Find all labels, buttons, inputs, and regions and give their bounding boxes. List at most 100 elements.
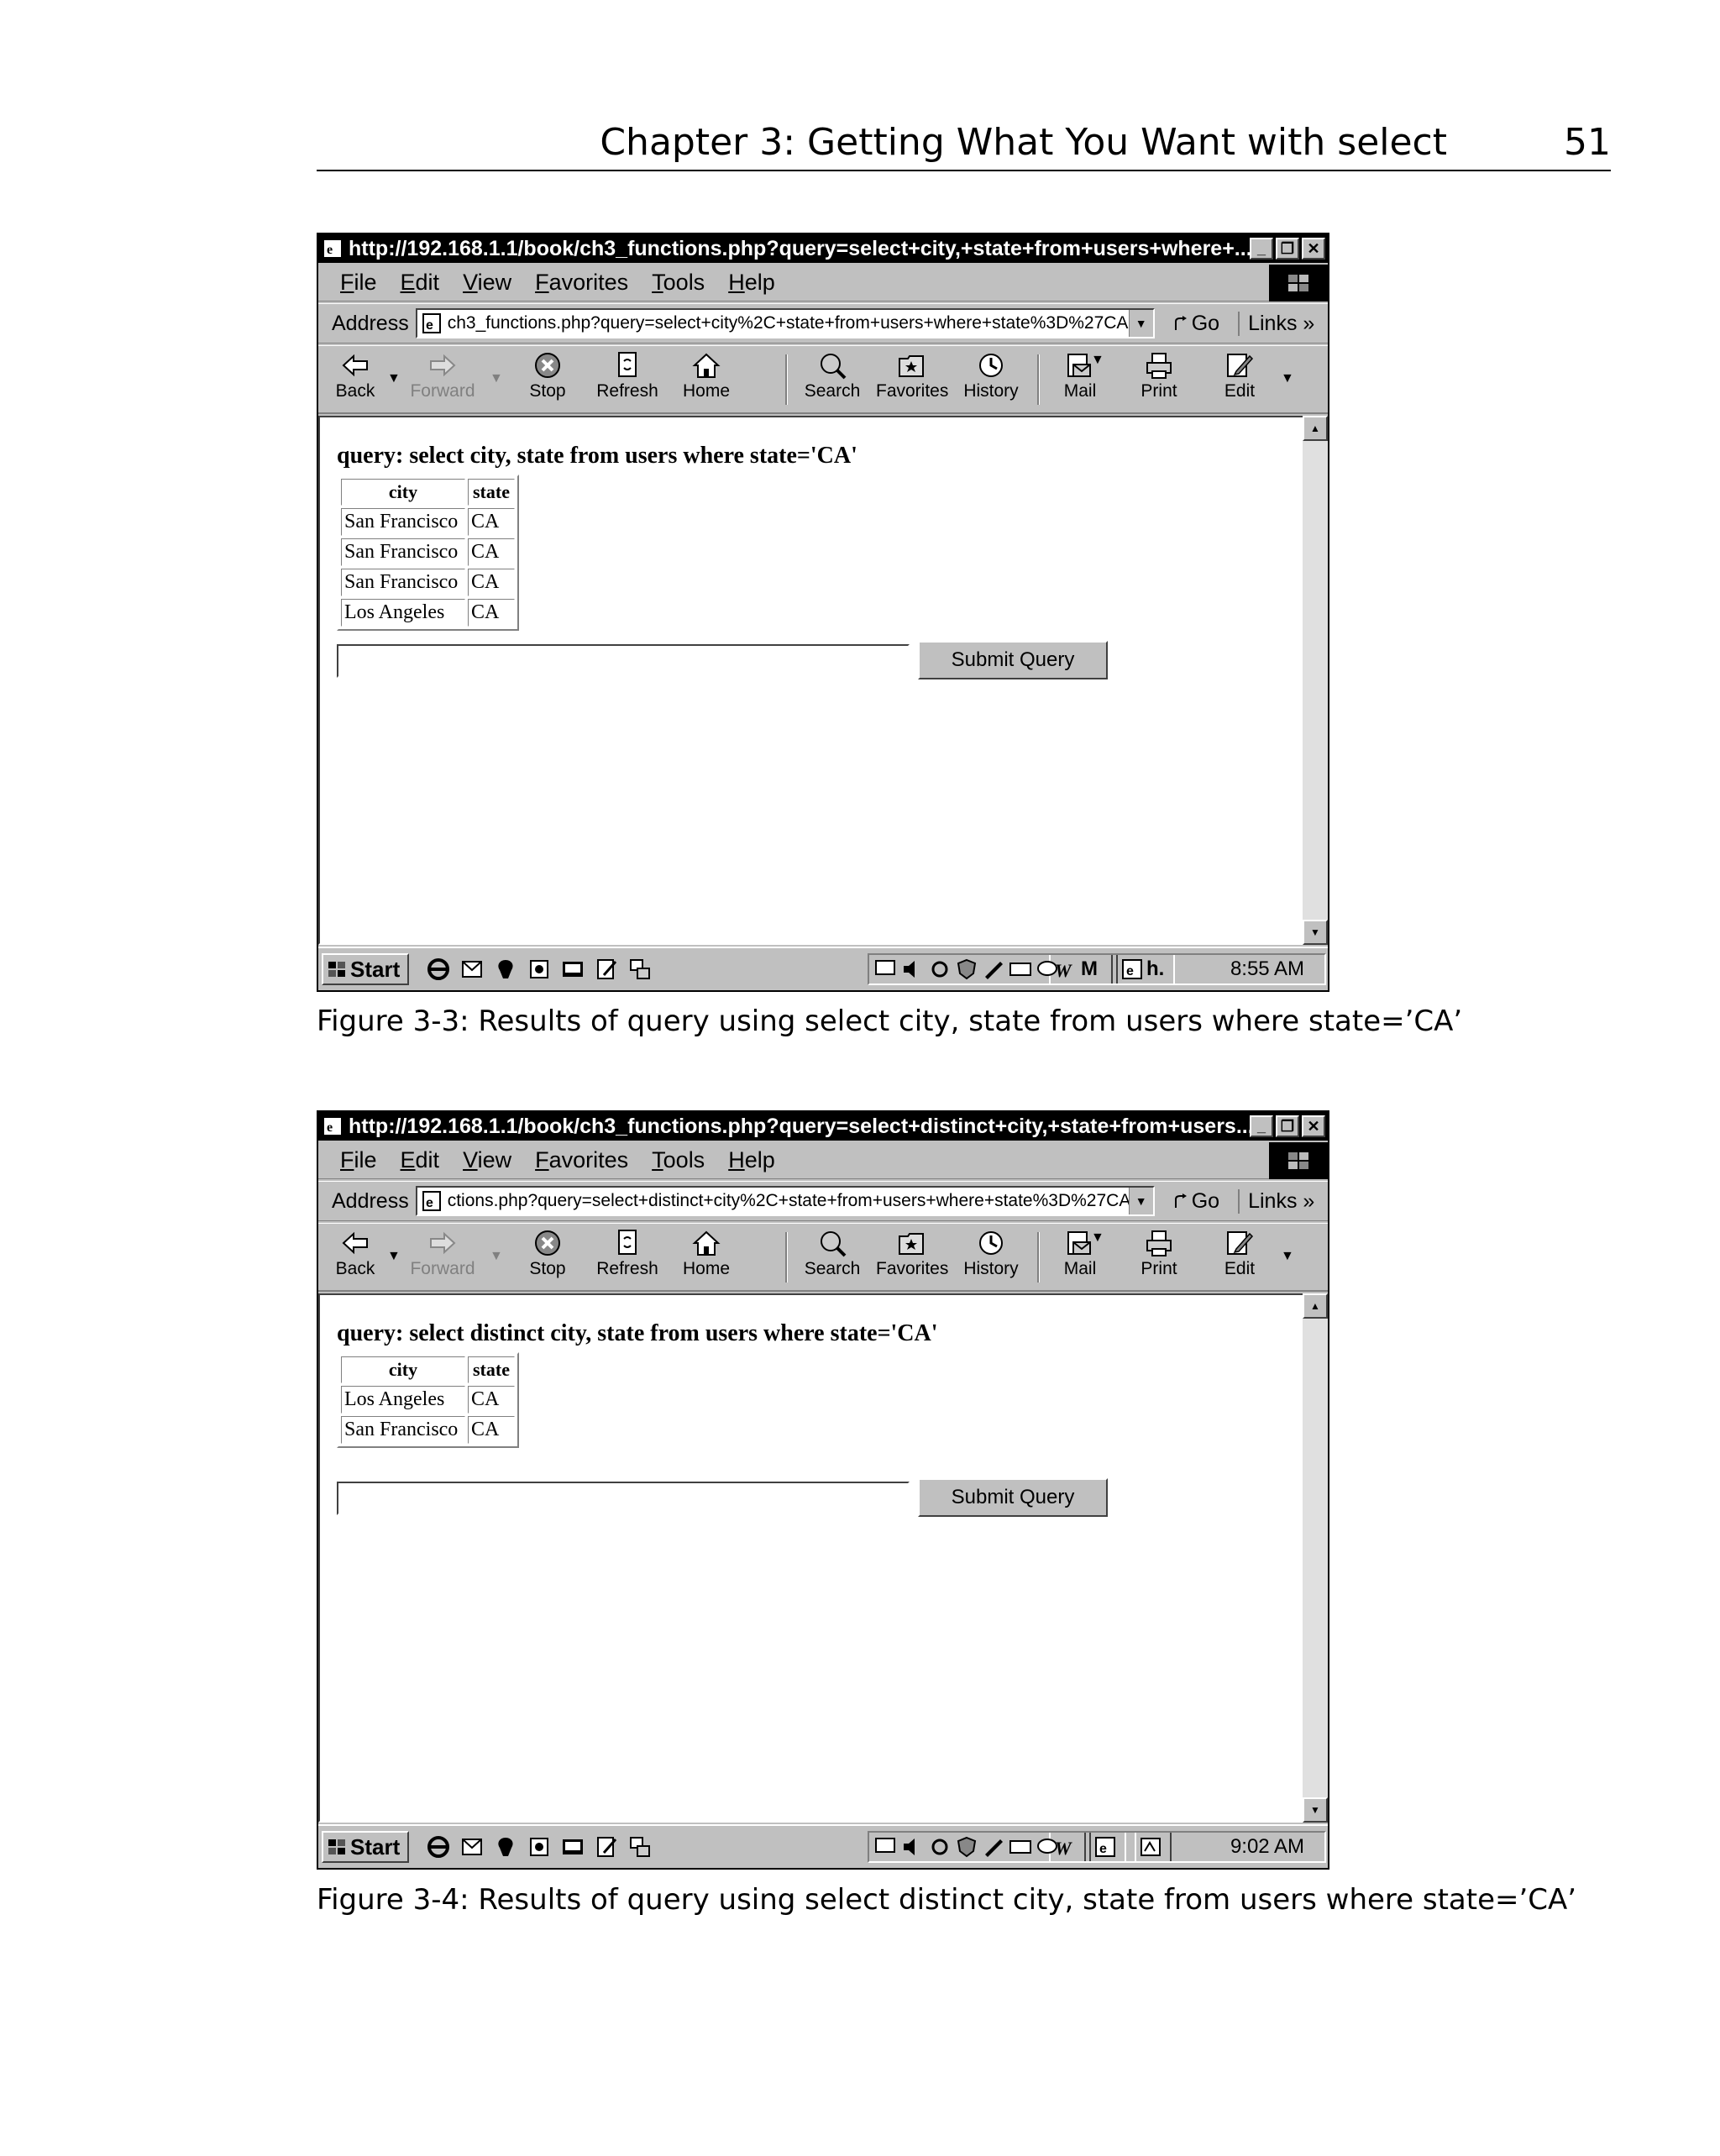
edit-pencil-icon [1227, 354, 1254, 377]
close-button[interactable]: ✕ [1302, 238, 1325, 260]
toolbar-separator [785, 1232, 788, 1283]
favorites-button[interactable]: Favorites [876, 1229, 948, 1288]
tray-display-icon[interactable] [874, 1836, 898, 1858]
menu-edit[interactable]: Edit [401, 270, 440, 296]
close-button[interactable]: ✕ [1302, 1115, 1325, 1137]
tray-speaker-icon[interactable] [901, 958, 925, 980]
home-button[interactable]: Home [671, 1229, 742, 1288]
chevron-down-icon[interactable]: ▼ [387, 1249, 401, 1264]
taskbar: Start W M e h. 8:55 AM [318, 947, 1328, 990]
explorer-icon[interactable] [527, 1834, 552, 1860]
home-button[interactable]: Home [671, 351, 742, 410]
scroll-down-arrow-icon[interactable]: ▼ [1303, 1797, 1328, 1823]
history-button[interactable]: History [956, 1229, 1026, 1288]
minimize-button[interactable]: _ [1250, 1115, 1273, 1137]
mail-button[interactable]: Mail [1045, 1229, 1115, 1288]
address-input[interactable]: e ch3_functions.php?query=select+city%2C… [415, 308, 1155, 338]
menu-favorites[interactable]: Favorites [535, 1147, 628, 1173]
scroll-up-arrow-icon[interactable]: ▲ [1303, 416, 1328, 441]
links-button[interactable]: Links » [1238, 311, 1314, 336]
tray-security-icon[interactable] [955, 1836, 978, 1858]
chevron-down-icon[interactable]: ▼ [1281, 371, 1294, 386]
submit-query-button[interactable]: Submit Query [918, 641, 1108, 679]
tray-keyboard-icon[interactable] [1009, 958, 1032, 980]
notepad-icon[interactable] [594, 1834, 619, 1860]
menu-help[interactable]: Help [728, 270, 775, 296]
table-row: Los Angeles CA [341, 1386, 515, 1414]
outlook-icon[interactable] [459, 1834, 485, 1860]
menu-tools[interactable]: Tools [652, 270, 705, 296]
chevron-down-icon[interactable]: ▼ [1091, 353, 1104, 368]
address-label: Address [332, 1188, 409, 1213]
scroll-down-arrow-icon[interactable]: ▼ [1303, 920, 1328, 945]
chevron-down-icon[interactable]: ▼ [1128, 1188, 1153, 1214]
search-button[interactable]: Search [797, 1229, 868, 1288]
stop-button[interactable]: Stop [512, 351, 583, 410]
menu-tools[interactable]: Tools [652, 1147, 705, 1173]
mail-button[interactable]: Mail [1045, 351, 1115, 410]
menu-favorites[interactable]: Favorites [535, 270, 628, 296]
restore-button[interactable]: ❐ [1276, 238, 1299, 260]
restore-button[interactable]: ❐ [1276, 1115, 1299, 1137]
forward-button[interactable]: Forward [407, 351, 478, 410]
start-button[interactable]: Start [322, 953, 409, 985]
messenger-icon[interactable] [493, 957, 518, 982]
tray-network-icon[interactable] [928, 1836, 952, 1858]
menu-help[interactable]: Help [728, 1147, 775, 1173]
tray-security-icon[interactable] [955, 958, 978, 980]
edit-button[interactable]: Edit [1204, 1229, 1275, 1288]
notepad-icon[interactable] [594, 957, 619, 982]
chevron-down-icon[interactable]: ▼ [1091, 1230, 1104, 1246]
vertical-scrollbar[interactable]: ▲ ▼ [1303, 416, 1328, 945]
refresh-button[interactable]: Refresh [592, 351, 663, 410]
minimize-button[interactable]: _ [1250, 238, 1273, 260]
search-button[interactable]: Search [797, 351, 868, 410]
chevron-down-icon[interactable]: ▼ [1281, 1249, 1294, 1264]
scroll-up-arrow-icon[interactable]: ▲ [1303, 1293, 1328, 1319]
tray-network-icon[interactable] [928, 958, 952, 980]
menu-file[interactable]: File [340, 270, 377, 296]
tray-edit-icon[interactable] [982, 958, 1005, 980]
go-button[interactable]: Go [1173, 312, 1219, 336]
tray-display-icon[interactable] [874, 958, 898, 980]
chevron-down-icon[interactable]: ▼ [387, 371, 401, 386]
print-button[interactable]: Print [1124, 351, 1194, 410]
start-button[interactable]: Start [322, 1831, 409, 1863]
tray-edit-icon[interactable] [982, 1836, 1005, 1858]
outlook-icon[interactable] [459, 957, 485, 982]
refresh-button[interactable]: Refresh [592, 1229, 663, 1288]
tray-speaker-icon[interactable] [901, 1836, 925, 1858]
address-input[interactable]: e ctions.php?query=select+distinct+city%… [415, 1186, 1155, 1216]
query-input[interactable] [337, 644, 910, 678]
chevron-down-icon[interactable]: ▼ [1128, 310, 1153, 337]
edit-button[interactable]: Edit [1204, 351, 1275, 410]
network-icon[interactable] [627, 957, 653, 982]
menu-file[interactable]: File [340, 1147, 377, 1173]
stop-button[interactable]: Stop [512, 1229, 583, 1288]
show-desktop-icon[interactable] [560, 957, 585, 982]
links-button[interactable]: Links » [1238, 1188, 1314, 1214]
messenger-icon[interactable] [493, 1834, 518, 1860]
favorites-button[interactable]: Favorites [876, 351, 948, 410]
explorer-icon[interactable] [527, 957, 552, 982]
menu-view[interactable]: View [463, 1147, 511, 1173]
back-button[interactable]: Back [320, 351, 391, 410]
tray-keyboard-icon[interactable] [1009, 1836, 1032, 1858]
tray-chat-icon[interactable] [1036, 1836, 1059, 1858]
print-button[interactable]: Print [1124, 1229, 1194, 1288]
back-button[interactable]: Back [320, 1229, 391, 1288]
submit-query-button[interactable]: Submit Query [918, 1478, 1108, 1517]
menu-view[interactable]: View [463, 270, 511, 296]
query-heading: query: select distinct city, state from … [337, 1320, 938, 1346]
show-desktop-icon[interactable] [560, 1834, 585, 1860]
forward-button[interactable]: Forward [407, 1229, 478, 1288]
query-input[interactable] [337, 1482, 910, 1515]
history-button[interactable]: History [956, 351, 1026, 410]
ie-icon[interactable] [426, 957, 451, 982]
vertical-scrollbar[interactable]: ▲ ▼ [1303, 1293, 1328, 1823]
network-icon[interactable] [627, 1834, 653, 1860]
tray-chat-icon[interactable] [1036, 958, 1059, 980]
go-button[interactable]: Go [1173, 1189, 1219, 1214]
ie-icon[interactable] [426, 1834, 451, 1860]
menu-edit[interactable]: Edit [401, 1147, 440, 1173]
